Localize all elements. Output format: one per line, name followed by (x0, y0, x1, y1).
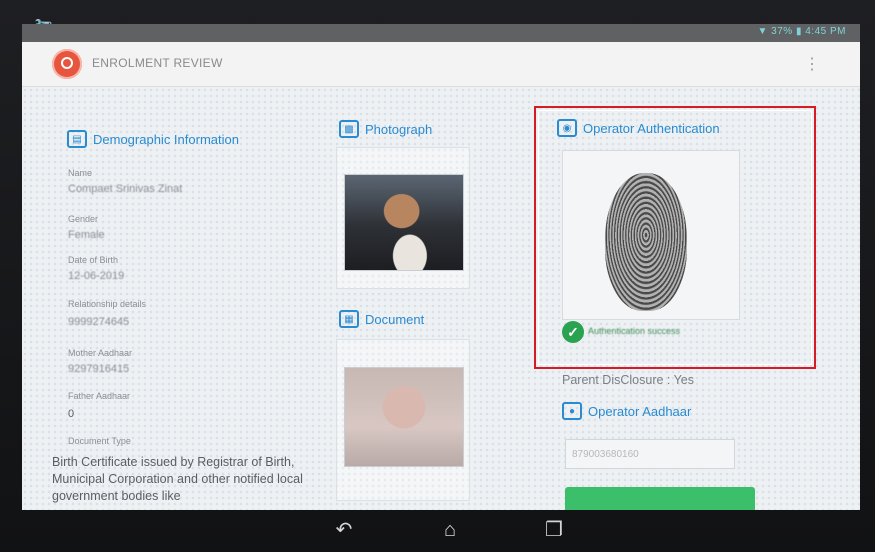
document-icon: ▦ (339, 310, 359, 328)
demographic-heading-label: Demographic Information (93, 131, 239, 147)
submit-button[interactable] (565, 487, 755, 510)
device-screen: ▼ 37% ▮ 4:45 PM ENROLMENT REVIEW ⋮ ▤ Dem… (22, 24, 860, 510)
image-icon: ▩ (339, 120, 359, 138)
operator-aadhaar-heading: ● Operator Aadhaar (562, 402, 691, 420)
overflow-menu-icon[interactable]: ⋮ (804, 54, 820, 74)
status-indicators: ▼ 37% ▮ 4:45 PM (757, 26, 846, 37)
field-label-relationship: Relationship details (68, 299, 147, 309)
system-nav-bar: ↶ ⌂ ❐ (22, 510, 860, 552)
id-card-icon: ▤ (67, 130, 87, 148)
check-circle-icon: ✓ (562, 321, 584, 343)
page-title: ENROLMENT REVIEW (92, 56, 223, 70)
field-label-dob: Date of Birth (68, 255, 119, 265)
field-label-document-type: Document Type (68, 436, 131, 446)
field-value-gender: Female (68, 229, 105, 241)
uidai-logo (52, 49, 82, 79)
field-label-name: Name (68, 168, 93, 178)
operator-aadhaar-field[interactable]: 879003680160 (565, 439, 735, 469)
fingerprint-image (605, 173, 687, 311)
field-label-mother-aadhaar: Mother Aadhaar (68, 348, 133, 358)
review-content: ▤ Demographic Information Name Compaet S… (22, 87, 860, 510)
photograph-heading-label: Photograph (365, 121, 433, 137)
parent-disclosure: Parent DisClosure : Yes (562, 373, 695, 387)
recents-icon[interactable]: ❐ (534, 516, 574, 544)
fingerprint-icon: ◉ (557, 119, 577, 137)
operator-aadhaar-heading-label: Operator Aadhaar (588, 403, 692, 419)
app-bar: ENROLMENT REVIEW ⋮ (22, 42, 860, 87)
document-type-value: Birth Certificate issued by Registrar of… (52, 455, 303, 503)
field-value-mother-aadhaar: 9297916415 (68, 363, 130, 375)
document-scan[interactable] (344, 367, 464, 467)
document-heading-label: Document (365, 311, 425, 327)
fingerprint-capture (562, 150, 740, 320)
field-value-name: Compaet Srinivas Zinat (68, 183, 183, 195)
resident-photograph[interactable] (344, 174, 464, 271)
operator-auth-heading-label: Operator Authentication (583, 120, 720, 136)
field-value-dob: 12-06-2019 (68, 270, 125, 282)
operator-auth-heading: ◉ Operator Authentication (557, 119, 720, 137)
field-label-father-aadhaar: Father Aadhaar (68, 391, 131, 401)
home-icon[interactable]: ⌂ (430, 516, 470, 544)
auth-status-text: Authentication success (588, 326, 681, 336)
field-label-gender: Gender (68, 214, 99, 224)
photograph-heading: ▩ Photograph (339, 120, 432, 138)
document-heading: ▦ Document (339, 310, 424, 328)
demographic-heading: ▤ Demographic Information (67, 130, 239, 148)
person-badge-icon: ● (562, 402, 582, 420)
status-bar: ▼ 37% ▮ 4:45 PM (22, 24, 860, 42)
field-value-relationship: 9999274645 (68, 316, 130, 328)
field-value-father-aadhaar: 0 (68, 408, 75, 420)
back-icon[interactable]: ↶ (324, 516, 364, 544)
